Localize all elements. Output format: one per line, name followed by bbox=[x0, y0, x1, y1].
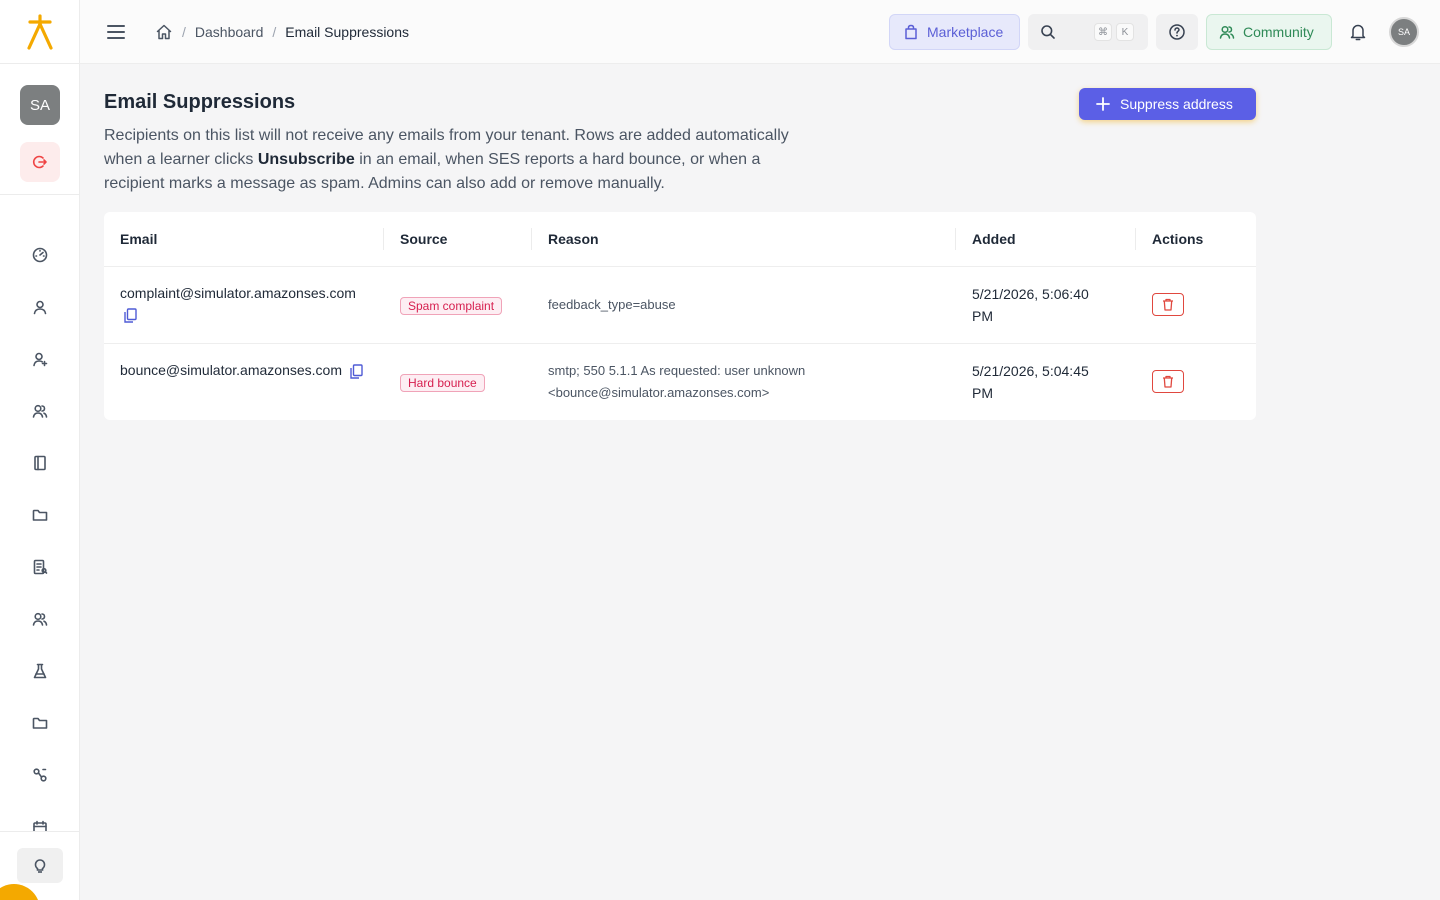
help-icon bbox=[1169, 24, 1185, 40]
breadcrumb-current: Email Suppressions bbox=[285, 24, 410, 40]
copy-icon[interactable] bbox=[124, 308, 137, 323]
folder-icon bbox=[32, 509, 48, 521]
column-divider bbox=[1135, 228, 1136, 250]
book-icon bbox=[34, 455, 46, 471]
user-avatar[interactable]: SA bbox=[1389, 17, 1419, 47]
help-button[interactable] bbox=[1156, 14, 1198, 50]
report-icon bbox=[33, 559, 48, 575]
sidebar-item-workflow[interactable] bbox=[30, 765, 50, 785]
lightbulb-icon bbox=[34, 858, 46, 873]
column-divider bbox=[383, 228, 384, 250]
search-icon bbox=[1041, 25, 1055, 39]
home-icon[interactable] bbox=[155, 23, 173, 41]
suppress-address-button[interactable]: Suppress address bbox=[1079, 88, 1256, 120]
search-button[interactable]: ⌘ K bbox=[1028, 14, 1148, 50]
column-divider bbox=[531, 228, 532, 250]
suppress-address-label: Suppress address bbox=[1120, 96, 1233, 112]
community-icon bbox=[1219, 25, 1235, 39]
workflow-icon bbox=[33, 768, 47, 782]
sidebar-item-folder[interactable] bbox=[30, 713, 50, 733]
top-header: / Dashboard / Email Suppressions Marketp… bbox=[80, 0, 1440, 64]
email-cell: bounce@simulator.amazonses.com bbox=[120, 360, 370, 381]
source-badge: Spam complaint bbox=[400, 297, 503, 315]
plus-icon bbox=[1096, 97, 1110, 111]
source-cell: Spam complaint bbox=[400, 297, 503, 315]
table-row: bounce@simulator.amazonses.com Hard boun… bbox=[104, 343, 1256, 420]
delete-button[interactable] bbox=[1152, 370, 1184, 393]
sidebar-item-users[interactable] bbox=[30, 297, 50, 317]
community-button[interactable]: Community bbox=[1206, 14, 1332, 50]
column-header-reason[interactable]: Reason bbox=[548, 212, 599, 266]
reason-text: smtp; 550 5.1.1 As requested: user unkno… bbox=[548, 363, 806, 400]
sidebar: SA bbox=[0, 0, 80, 900]
reason-text: feedback_type=abuse bbox=[548, 297, 676, 312]
team-icon bbox=[32, 612, 48, 626]
breadcrumb-dashboard[interactable]: Dashboard bbox=[195, 24, 264, 40]
column-header-email[interactable]: Email bbox=[120, 212, 157, 266]
calendar-icon bbox=[33, 820, 47, 831]
trash-icon bbox=[1163, 298, 1173, 311]
logout-button[interactable] bbox=[20, 142, 60, 182]
marketplace-label: Marketplace bbox=[927, 24, 1004, 40]
dashboard-icon bbox=[32, 247, 48, 263]
sidebar-item-calendar[interactable] bbox=[30, 817, 50, 831]
column-header-source[interactable]: Source bbox=[400, 212, 447, 266]
folder-icon bbox=[32, 717, 48, 729]
source-cell: Hard bounce bbox=[400, 374, 485, 392]
suppressions-table: Email Source Reason Added Actions compla… bbox=[104, 212, 1256, 420]
breadcrumb-separator: / bbox=[182, 24, 186, 40]
column-header-added[interactable]: Added bbox=[972, 212, 1016, 266]
assistant-launcher[interactable] bbox=[0, 884, 40, 900]
row-email: complaint@simulator.amazonses.com bbox=[120, 285, 356, 301]
trash-icon bbox=[1163, 375, 1173, 388]
column-divider bbox=[955, 228, 956, 250]
logo-icon bbox=[27, 13, 53, 50]
community-label: Community bbox=[1243, 24, 1314, 40]
sidebar-item-team[interactable] bbox=[30, 609, 50, 629]
shopping-bag-icon bbox=[905, 24, 917, 40]
tips-button[interactable] bbox=[17, 848, 63, 883]
marketplace-button[interactable]: Marketplace bbox=[889, 14, 1020, 50]
actions-cell bbox=[1152, 370, 1184, 393]
row-email: bounce@simulator.amazonses.com bbox=[120, 362, 342, 378]
notifications-bell-icon[interactable] bbox=[1348, 22, 1368, 42]
app-logo[interactable] bbox=[0, 0, 80, 64]
shortcut-key: ⌘ bbox=[1094, 23, 1112, 41]
logout-icon bbox=[32, 155, 47, 169]
user-icon bbox=[33, 300, 47, 315]
breadcrumb: / Dashboard / Email Suppressions bbox=[155, 21, 409, 43]
sidebar-divider bbox=[0, 831, 80, 832]
sidebar-item-add-user[interactable] bbox=[30, 349, 50, 369]
table-row: complaint@simulator.amazonses.com Spam c… bbox=[104, 266, 1256, 343]
sidebar-item-reports[interactable] bbox=[30, 557, 50, 577]
page-description: Recipients on this list will not receive… bbox=[104, 124, 824, 196]
delete-button[interactable] bbox=[1152, 293, 1184, 316]
sidebar-avatar[interactable]: SA bbox=[20, 85, 60, 125]
description-bold: Unsubscribe bbox=[257, 151, 355, 168]
column-header-actions: Actions bbox=[1152, 231, 1204, 247]
sidebar-item-files[interactable] bbox=[30, 505, 50, 525]
sidebar-item-dashboard[interactable] bbox=[30, 245, 50, 265]
added-date: 5/21/2026, 5:06:40 PM bbox=[972, 286, 1089, 324]
sidebar-divider bbox=[0, 194, 80, 195]
users-icon bbox=[32, 404, 48, 418]
menu-toggle-icon[interactable] bbox=[107, 22, 125, 42]
sidebar-item-lab[interactable] bbox=[30, 661, 50, 681]
sidebar-item-courses[interactable] bbox=[30, 453, 50, 473]
page-title: Email Suppressions bbox=[104, 91, 296, 113]
source-badge: Hard bounce bbox=[400, 374, 485, 392]
user-plus-icon bbox=[33, 352, 48, 367]
email-cell: complaint@simulator.amazonses.com bbox=[120, 283, 362, 325]
shortcut-key: K bbox=[1116, 23, 1134, 41]
added-date: 5/21/2026, 5:04:45 PM bbox=[972, 363, 1089, 401]
sidebar-item-groups[interactable] bbox=[30, 401, 50, 421]
breadcrumb-separator: / bbox=[272, 24, 277, 40]
lab-icon bbox=[33, 663, 47, 679]
actions-cell bbox=[1152, 293, 1184, 316]
copy-icon[interactable] bbox=[350, 364, 363, 379]
